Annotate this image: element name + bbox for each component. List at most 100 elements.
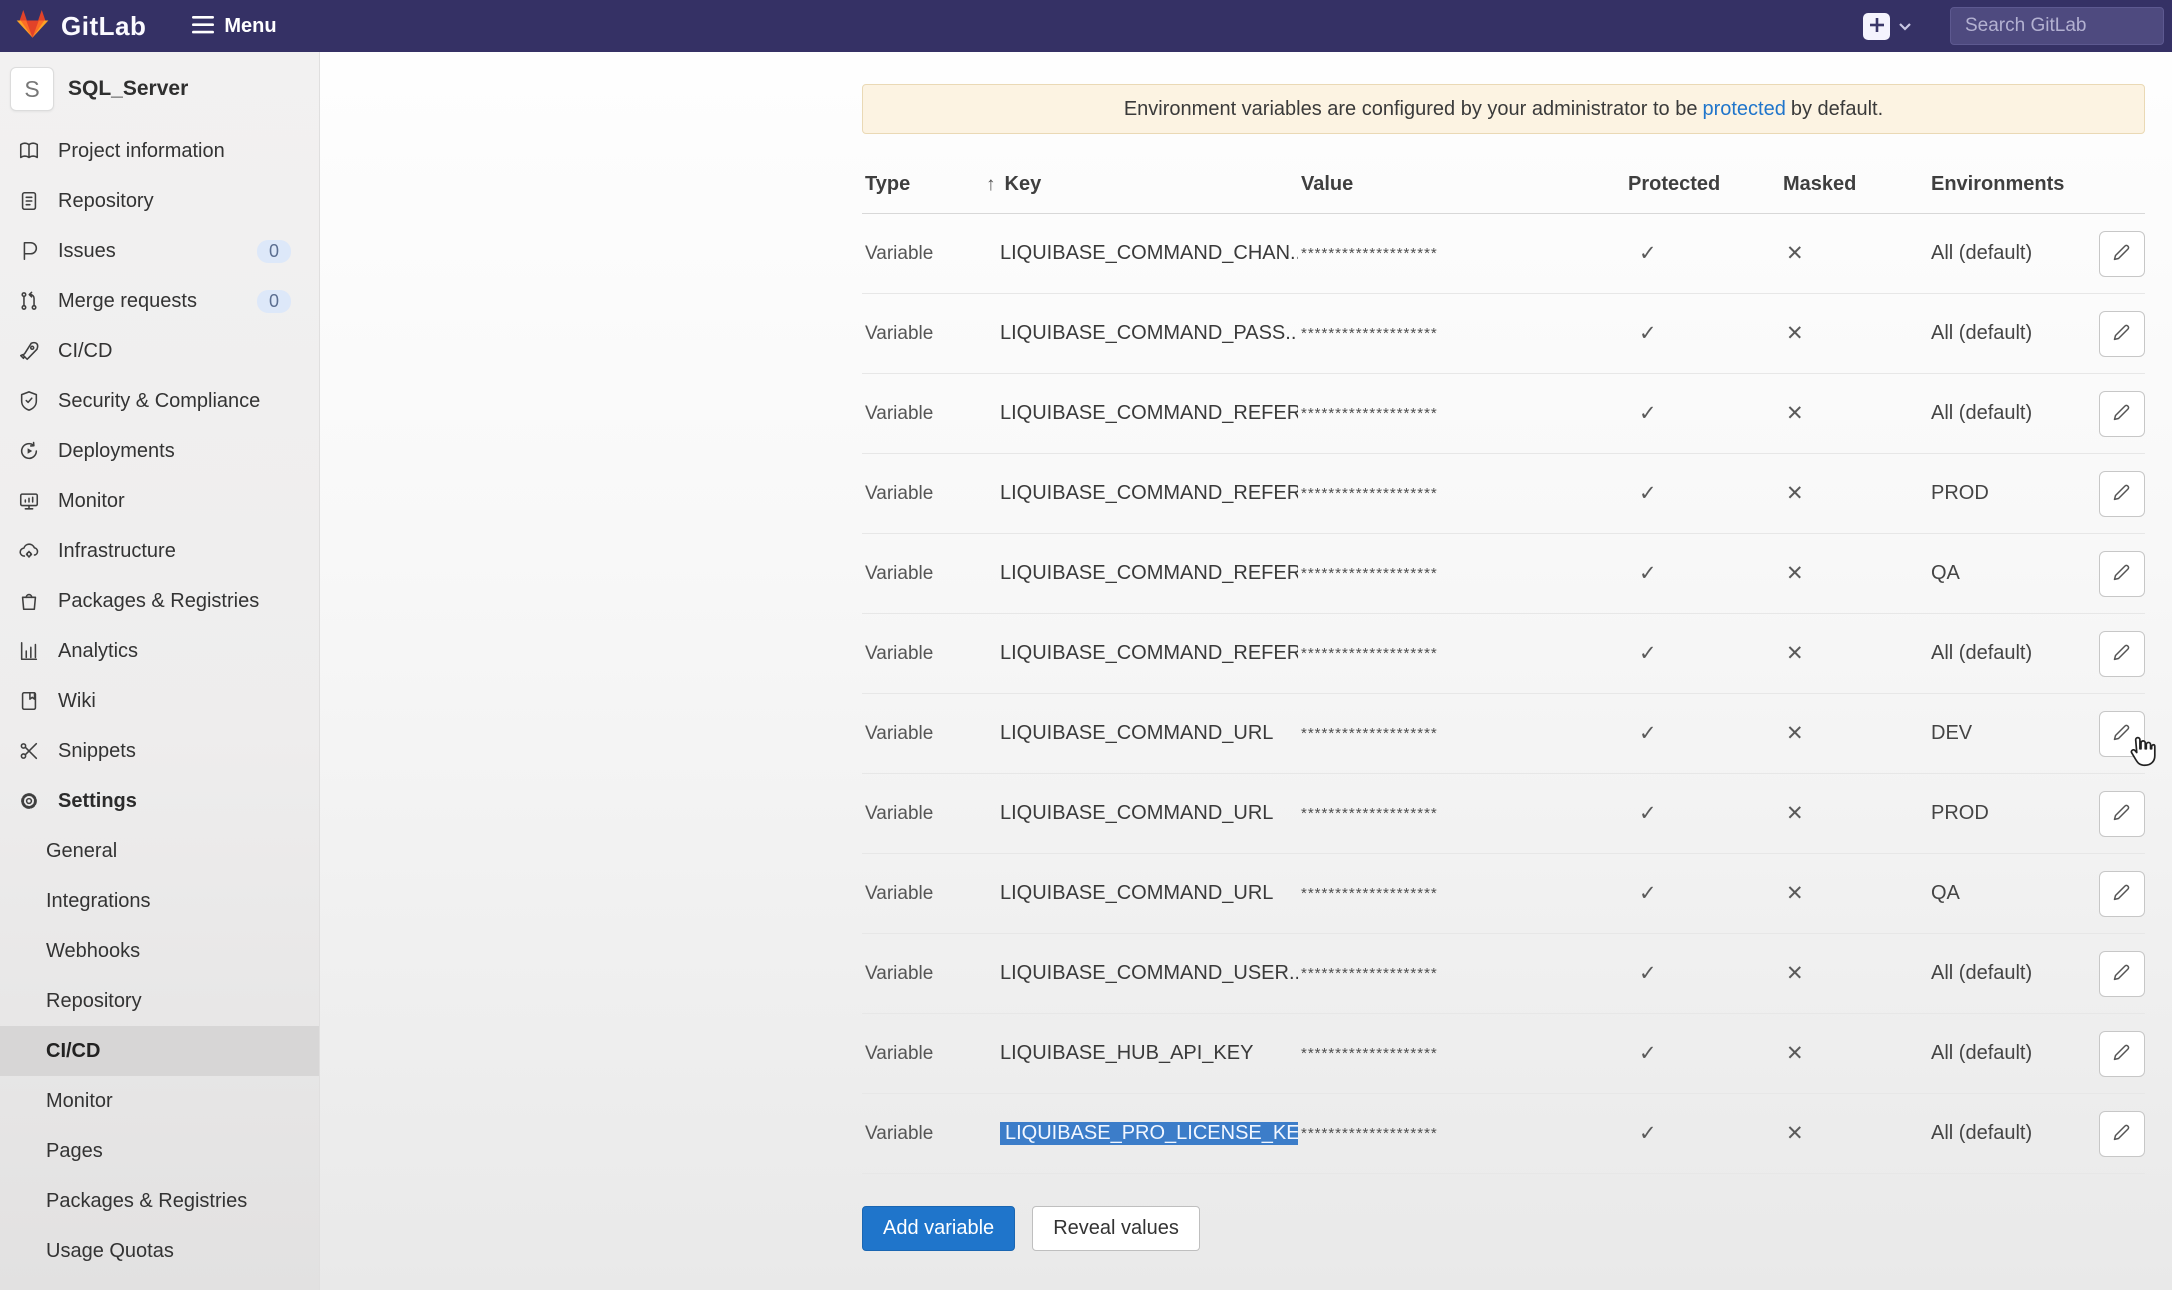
- variable-key: LIQUIBASE_COMMAND_CHAN...: [983, 242, 1298, 265]
- sidebar-item-snippets[interactable]: Snippets: [0, 726, 319, 776]
- sidebar-item-cicd[interactable]: CI/CD: [0, 326, 319, 376]
- protected-link[interactable]: protected: [1702, 98, 1785, 121]
- project-avatar: S: [10, 67, 54, 111]
- edit-variable-button[interactable]: [2099, 391, 2145, 437]
- gitlab-cicd-variables-page: GitLab Menu S SQL_Server: [0, 0, 2172, 1290]
- menu-button[interactable]: Menu: [192, 15, 276, 38]
- edit-variable-button[interactable]: [2099, 711, 2145, 757]
- new-item-button[interactable]: [1863, 13, 1890, 40]
- sidebar-item-deployments[interactable]: Deployments: [0, 426, 319, 476]
- variable-value-masked: ********************: [1298, 565, 1625, 582]
- repository-icon: [16, 190, 42, 212]
- protected-check-icon: ✓: [1625, 241, 1780, 266]
- deployments-icon: [16, 440, 42, 462]
- variable-value-masked: ********************: [1298, 325, 1625, 342]
- masked-x-icon: ✕: [1780, 801, 1928, 826]
- masked-x-icon: ✕: [1780, 961, 1928, 986]
- variable-value-masked: ********************: [1298, 885, 1625, 902]
- settings-subitem-general[interactable]: General: [0, 826, 319, 876]
- settings-subitem-monitor[interactable]: Monitor: [0, 1076, 319, 1126]
- wiki-book-icon: [16, 690, 42, 712]
- edit-variable-button[interactable]: [2099, 791, 2145, 837]
- sidebar-item-packages-registries[interactable]: Packages & Registries: [0, 576, 319, 626]
- add-variable-button[interactable]: Add variable: [862, 1206, 1015, 1251]
- col-header-type: Type: [862, 173, 983, 196]
- edit-variable-button[interactable]: [2099, 871, 2145, 917]
- col-header-protected: Protected: [1625, 173, 1780, 196]
- protected-check-icon: ✓: [1625, 801, 1780, 826]
- sidebar-item-settings[interactable]: Settings: [0, 776, 319, 826]
- edit-variable-button[interactable]: [2099, 471, 2145, 517]
- variable-environments: All (default): [1928, 322, 2095, 345]
- variable-environments: PROD: [1928, 482, 2095, 505]
- edit-variable-button[interactable]: [2099, 1111, 2145, 1157]
- reveal-values-button[interactable]: Reveal values: [1032, 1206, 1200, 1251]
- table-row: Variable LIQUIBASE_COMMAND_REFER... ****…: [862, 534, 2145, 614]
- settings-subitem-usage-quotas[interactable]: Usage Quotas: [0, 1226, 319, 1276]
- edit-variable-button[interactable]: [2099, 1031, 2145, 1077]
- navbar-right-group: [1863, 7, 2172, 45]
- masked-x-icon: ✕: [1780, 321, 1928, 346]
- variable-value-masked: ********************: [1298, 805, 1625, 822]
- gitlab-brand[interactable]: GitLab: [0, 8, 146, 44]
- variable-type: Variable: [862, 883, 983, 905]
- variable-type: Variable: [862, 643, 983, 665]
- cicd-rocket-icon: [16, 340, 42, 362]
- masked-x-icon: ✕: [1780, 881, 1928, 906]
- new-item-dropdown[interactable]: [1898, 19, 1912, 34]
- sidebar-item-wiki[interactable]: Wiki: [0, 676, 319, 726]
- col-header-environments: Environments: [1928, 173, 2095, 196]
- table-row: Variable LIQUIBASE_COMMAND_REFER... ****…: [862, 374, 2145, 454]
- edit-variable-button[interactable]: [2099, 631, 2145, 677]
- table-row: Variable LIQUIBASE_HUB_API_KEY *********…: [862, 1014, 2145, 1094]
- pencil-icon: [2112, 242, 2132, 265]
- settings-subitem-packages-registries[interactable]: Packages & Registries: [0, 1176, 319, 1226]
- protected-check-icon: ✓: [1625, 721, 1780, 746]
- search-input[interactable]: [1950, 7, 2164, 45]
- edit-variable-button[interactable]: [2099, 311, 2145, 357]
- edit-variable-button[interactable]: [2099, 231, 2145, 277]
- settings-subitem-webhooks[interactable]: Webhooks: [0, 926, 319, 976]
- protected-check-icon: ✓: [1625, 641, 1780, 666]
- variable-type: Variable: [862, 243, 983, 265]
- settings-subitem-integrations[interactable]: Integrations: [0, 876, 319, 926]
- sidebar-item-merge-requests[interactable]: Merge requests 0: [0, 276, 319, 326]
- issues-count-badge: 0: [257, 240, 291, 263]
- table-row: Variable LIQUIBASE_PRO_LICENSE_KEY *****…: [862, 1094, 2145, 1174]
- sidebar-item-security-compliance[interactable]: Security & Compliance: [0, 376, 319, 426]
- sidebar-item-project-information[interactable]: Project information: [0, 126, 319, 176]
- sidebar-item-issues[interactable]: Issues 0: [0, 226, 319, 276]
- merge-requests-icon: [16, 290, 42, 312]
- pencil-icon: [2112, 562, 2132, 585]
- sidebar-item-infrastructure[interactable]: Infrastructure: [0, 526, 319, 576]
- variable-key: LIQUIBASE_COMMAND_USER...: [983, 962, 1298, 985]
- table-row: Variable LIQUIBASE_COMMAND_USER... *****…: [862, 934, 2145, 1014]
- col-header-value: Value: [1298, 173, 1625, 196]
- merge-requests-count-badge: 0: [257, 290, 291, 313]
- sidebar-item-repository[interactable]: Repository: [0, 176, 319, 226]
- project-name: SQL_Server: [68, 77, 188, 101]
- col-header-key[interactable]: ↑ Key: [983, 173, 1298, 196]
- variable-environments: All (default): [1928, 402, 2095, 425]
- table-row: Variable LIQUIBASE_COMMAND_URL *********…: [862, 854, 2145, 934]
- settings-subitem-pages[interactable]: Pages: [0, 1126, 319, 1176]
- project-header[interactable]: S SQL_Server: [0, 52, 319, 126]
- protected-check-icon: ✓: [1625, 561, 1780, 586]
- pencil-icon: [2112, 962, 2132, 985]
- pencil-icon: [2112, 882, 2132, 905]
- settings-subitem-repository[interactable]: Repository: [0, 976, 319, 1026]
- masked-x-icon: ✕: [1780, 721, 1928, 746]
- edit-variable-button[interactable]: [2099, 551, 2145, 597]
- sidebar-item-analytics[interactable]: Analytics: [0, 626, 319, 676]
- variable-environments: All (default): [1928, 242, 2095, 265]
- variable-value-masked: ********************: [1298, 965, 1625, 982]
- sidebar-item-monitor[interactable]: Monitor: [0, 476, 319, 526]
- plus-icon: [1870, 18, 1884, 35]
- pencil-icon: [2112, 802, 2132, 825]
- settings-subitem-cicd-active[interactable]: CI/CD: [0, 1026, 319, 1076]
- protected-check-icon: ✓: [1625, 881, 1780, 906]
- protected-check-icon: ✓: [1625, 321, 1780, 346]
- edit-variable-button[interactable]: [2099, 951, 2145, 997]
- variable-value-masked: ********************: [1298, 245, 1625, 262]
- hamburger-icon: [192, 16, 214, 37]
